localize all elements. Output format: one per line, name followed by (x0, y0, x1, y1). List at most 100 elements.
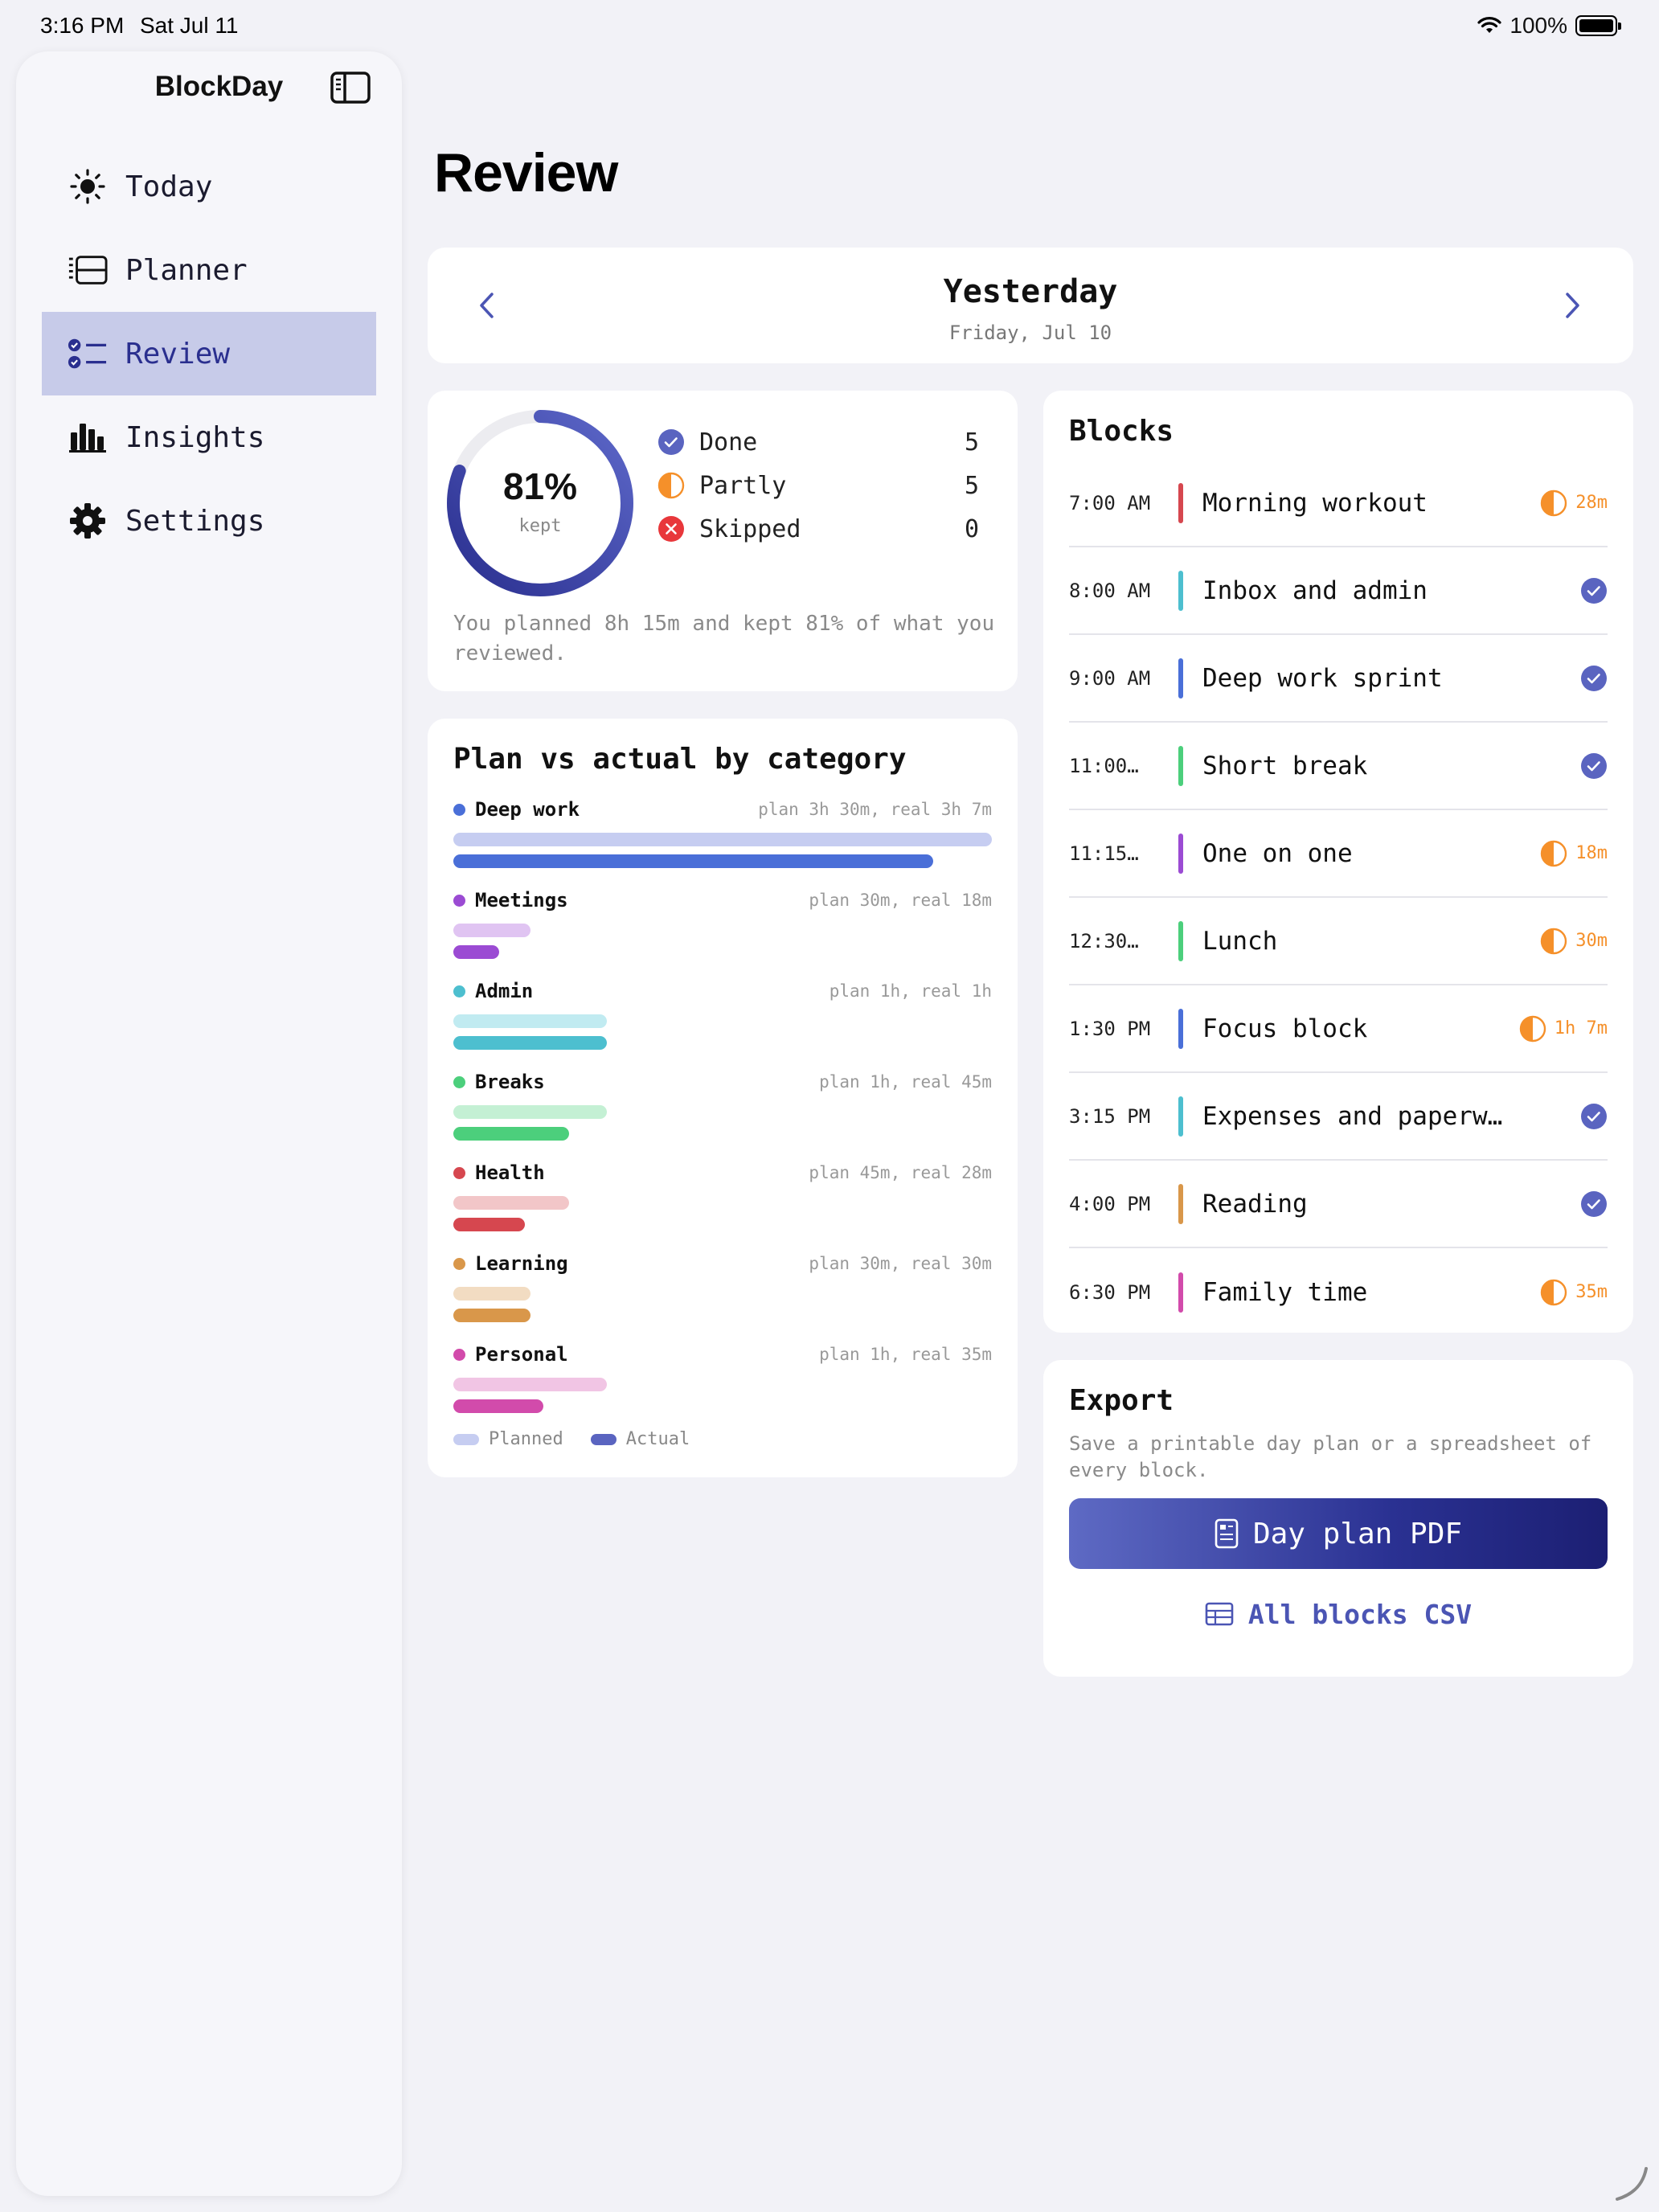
legend-label: Skipped (699, 514, 801, 543)
block-color-stripe (1178, 482, 1183, 523)
sidebar-item-insights[interactable]: Insights (42, 395, 376, 479)
block-name: Morning workout (1202, 488, 1428, 518)
category-card: Plan vs actual by category Deep work plan… (428, 719, 1018, 1477)
sidebar-item-label: Today (125, 170, 213, 203)
date-navigator: Yesterday Friday, Jul 10 (428, 248, 1633, 363)
block-row[interactable]: 4:00 PM Reading (1069, 1161, 1608, 1248)
legend-planned-label: Planned (489, 1429, 563, 1449)
block-color-stripe (1178, 657, 1183, 698)
battery-icon (1575, 15, 1621, 36)
block-status (1580, 577, 1608, 604)
block-status: 1h 7m (1519, 1015, 1608, 1043)
block-row[interactable]: 3:15 PM Expenses and paperw… (1069, 1073, 1608, 1161)
legend-label: Done (699, 428, 758, 457)
category-meta: plan 1h, real 1h (829, 981, 992, 1001)
bar-chart-icon (68, 417, 108, 457)
category-row: Meetings plan 30m, real 18m (453, 888, 992, 969)
block-color-stripe (1178, 833, 1183, 874)
legend-actual-label: Actual (625, 1429, 690, 1449)
page-title: Review (434, 142, 618, 203)
block-duration: 18m (1575, 843, 1608, 863)
block-duration: 28m (1575, 493, 1608, 513)
pdf-button-label: Day plan PDF (1252, 1517, 1463, 1550)
legend-value: 5 (964, 471, 979, 500)
block-time: 1:30 PM (1069, 1017, 1151, 1040)
category-row: Breaks plan 1h, real 45m (453, 1070, 992, 1150)
legend-partly: Partly 5 (657, 469, 979, 502)
block-row[interactable]: 11:15… One on one 18m (1069, 810, 1608, 898)
x-circle-icon (658, 516, 684, 542)
planned-bar (453, 1287, 530, 1301)
half-circle-icon (1541, 840, 1567, 866)
sidebar: BlockDay Today Planner Review Insights S… (16, 51, 402, 2196)
planned-swatch (453, 1433, 479, 1445)
block-time: 12:30… (1069, 929, 1139, 952)
block-row[interactable]: 12:30… Lunch 30m (1069, 898, 1608, 985)
legend-value: 0 (964, 514, 979, 543)
category-dot (453, 1348, 465, 1361)
category-name: Health (475, 1161, 545, 1184)
category-meta: plan 45m, real 28m (809, 1163, 992, 1182)
category-row: Personal plan 1h, real 35m (453, 1342, 992, 1423)
block-time: 11:15… (1069, 842, 1139, 865)
kept-label: kept (518, 516, 562, 536)
sidebar-item-planner[interactable]: Planner (42, 228, 376, 312)
half-circle-icon (1541, 928, 1567, 954)
all-blocks-csv-button[interactable]: All blocks CSV (1069, 1590, 1608, 1638)
category-meta: plan 30m, real 30m (809, 1254, 992, 1273)
category-meta: plan 30m, real 18m (809, 891, 992, 910)
block-row[interactable]: 9:00 AM Deep work sprint (1069, 635, 1608, 723)
block-time: 7:00 AM (1069, 491, 1151, 514)
block-row[interactable]: 1:30 PM Focus block 1h 7m (1069, 985, 1608, 1073)
block-color-stripe (1178, 1008, 1183, 1049)
block-row[interactable]: 8:00 AM Inbox and admin (1069, 547, 1608, 635)
legend-value: 5 (964, 428, 979, 457)
check-circle-icon (1581, 665, 1607, 691)
check-circle-icon (1581, 1103, 1607, 1129)
document-icon (1215, 1518, 1239, 1549)
block-row[interactable]: 7:00 AM Morning workout 28m (1069, 460, 1608, 547)
half-circle-icon (1541, 1279, 1567, 1305)
sidebar-item-today[interactable]: Today (42, 145, 376, 228)
sidebar-toggle-icon[interactable] (330, 71, 371, 104)
category-row: Deep work plan 3h 30m, real 3h 7m (453, 797, 992, 878)
sidebar-item-settings[interactable]: Settings (42, 479, 376, 563)
chevron-right-icon[interactable] (1556, 288, 1588, 323)
gear-icon (68, 501, 108, 541)
check-circle-icon (1581, 1190, 1607, 1217)
block-status: 30m (1540, 928, 1608, 955)
day-plan-pdf-button[interactable]: Day plan PDF (1069, 1498, 1608, 1569)
category-dot (453, 1257, 465, 1270)
actual-bar (453, 854, 933, 868)
check-circle-icon (658, 429, 684, 455)
status-indicators: 100% (1477, 13, 1621, 39)
sidebar-item-review[interactable]: Review (42, 312, 376, 395)
date-subtitle: Friday, Jul 10 (948, 322, 1112, 344)
category-legend: Planned Actual (453, 1429, 690, 1449)
block-time: 3:15 PM (1069, 1104, 1151, 1128)
block-color-stripe (1178, 1183, 1183, 1224)
block-time: 4:00 PM (1069, 1192, 1151, 1215)
actual-bar (453, 1309, 530, 1322)
block-color-stripe (1178, 745, 1183, 786)
block-name: Lunch (1202, 926, 1278, 956)
category-name: Learning (475, 1252, 568, 1275)
block-name: Deep work sprint (1202, 663, 1443, 693)
actual-bar (453, 945, 500, 959)
category-meta: plan 3h 30m, real 3h 7m (758, 800, 992, 819)
block-duration: 35m (1575, 1282, 1608, 1302)
block-row[interactable]: 11:00… Short break (1069, 723, 1608, 810)
block-row[interactable]: 6:30 PM Family time 35m (1069, 1248, 1608, 1336)
legend-done: Done 5 (657, 426, 979, 458)
half-circle-icon (1541, 490, 1567, 516)
status-bar: 3:16 PM Sat Jul 11 100% (0, 0, 1659, 51)
status-time: 3:16 PM (40, 13, 125, 38)
block-name: Short break (1202, 751, 1368, 780)
block-time: 6:30 PM (1069, 1280, 1151, 1304)
half-circle-icon (657, 472, 685, 499)
block-status (1580, 665, 1608, 692)
block-name: Inbox and admin (1202, 576, 1428, 605)
category-row: Admin plan 1h, real 1h (453, 979, 992, 1059)
sun-icon (68, 166, 108, 207)
blocks-card: Blocks 7:00 AM Morning workout 28m 8:00 AM I… (1043, 391, 1633, 1333)
